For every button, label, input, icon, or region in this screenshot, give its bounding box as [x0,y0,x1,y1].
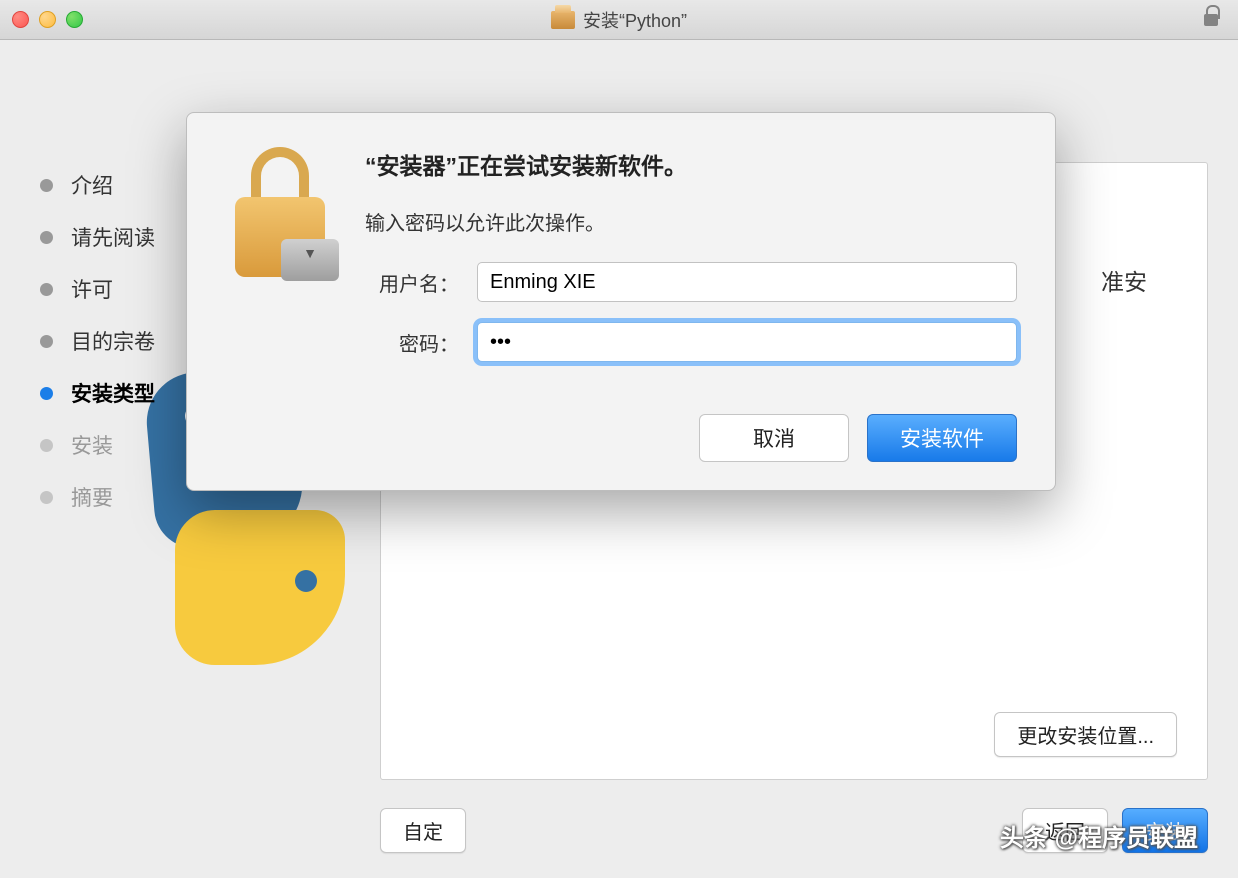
step-label: 摘要 [71,482,113,512]
dialog-heading: “安装器”正在尝试安装新软件。 [365,147,1017,181]
title-bar: 安装“Python” [0,0,1238,40]
username-input[interactable] [477,262,1017,302]
step-label: 目的宗卷 [71,326,155,356]
step-label: 介绍 [71,170,113,200]
step-label: 许可 [71,274,113,304]
password-input[interactable] [477,322,1017,362]
auth-dialog: “安装器”正在尝试安装新软件。 输入密码以允许此次操作。 用户名： 密码： 取消… [186,112,1056,491]
install-software-button[interactable]: 安装软件 [867,414,1017,462]
step-label: 安装类型 [71,378,155,408]
traffic-lights [12,11,83,28]
close-window-button[interactable] [12,11,29,28]
window-title-text: 安装“Python” [583,7,687,33]
window-title: 安装“Python” [551,7,687,33]
minimize-window-button[interactable] [39,11,56,28]
dialog-backdrop: “安装器”正在尝试安装新软件。 输入密码以允许此次操作。 用户名： 密码： 取消… [0,40,1238,878]
lock-icon[interactable] [1198,7,1224,33]
username-label: 用户名： [365,268,477,297]
dialog-subtext: 输入密码以允许此次操作。 [365,207,1017,236]
cancel-button[interactable]: 取消 [699,414,849,462]
step-label: 请先阅读 [71,222,155,252]
package-icon [551,11,575,29]
step-label: 安装 [71,430,113,460]
password-label: 密码： [365,328,477,357]
lock-installer-icon [225,147,335,277]
maximize-window-button[interactable] [66,11,83,28]
